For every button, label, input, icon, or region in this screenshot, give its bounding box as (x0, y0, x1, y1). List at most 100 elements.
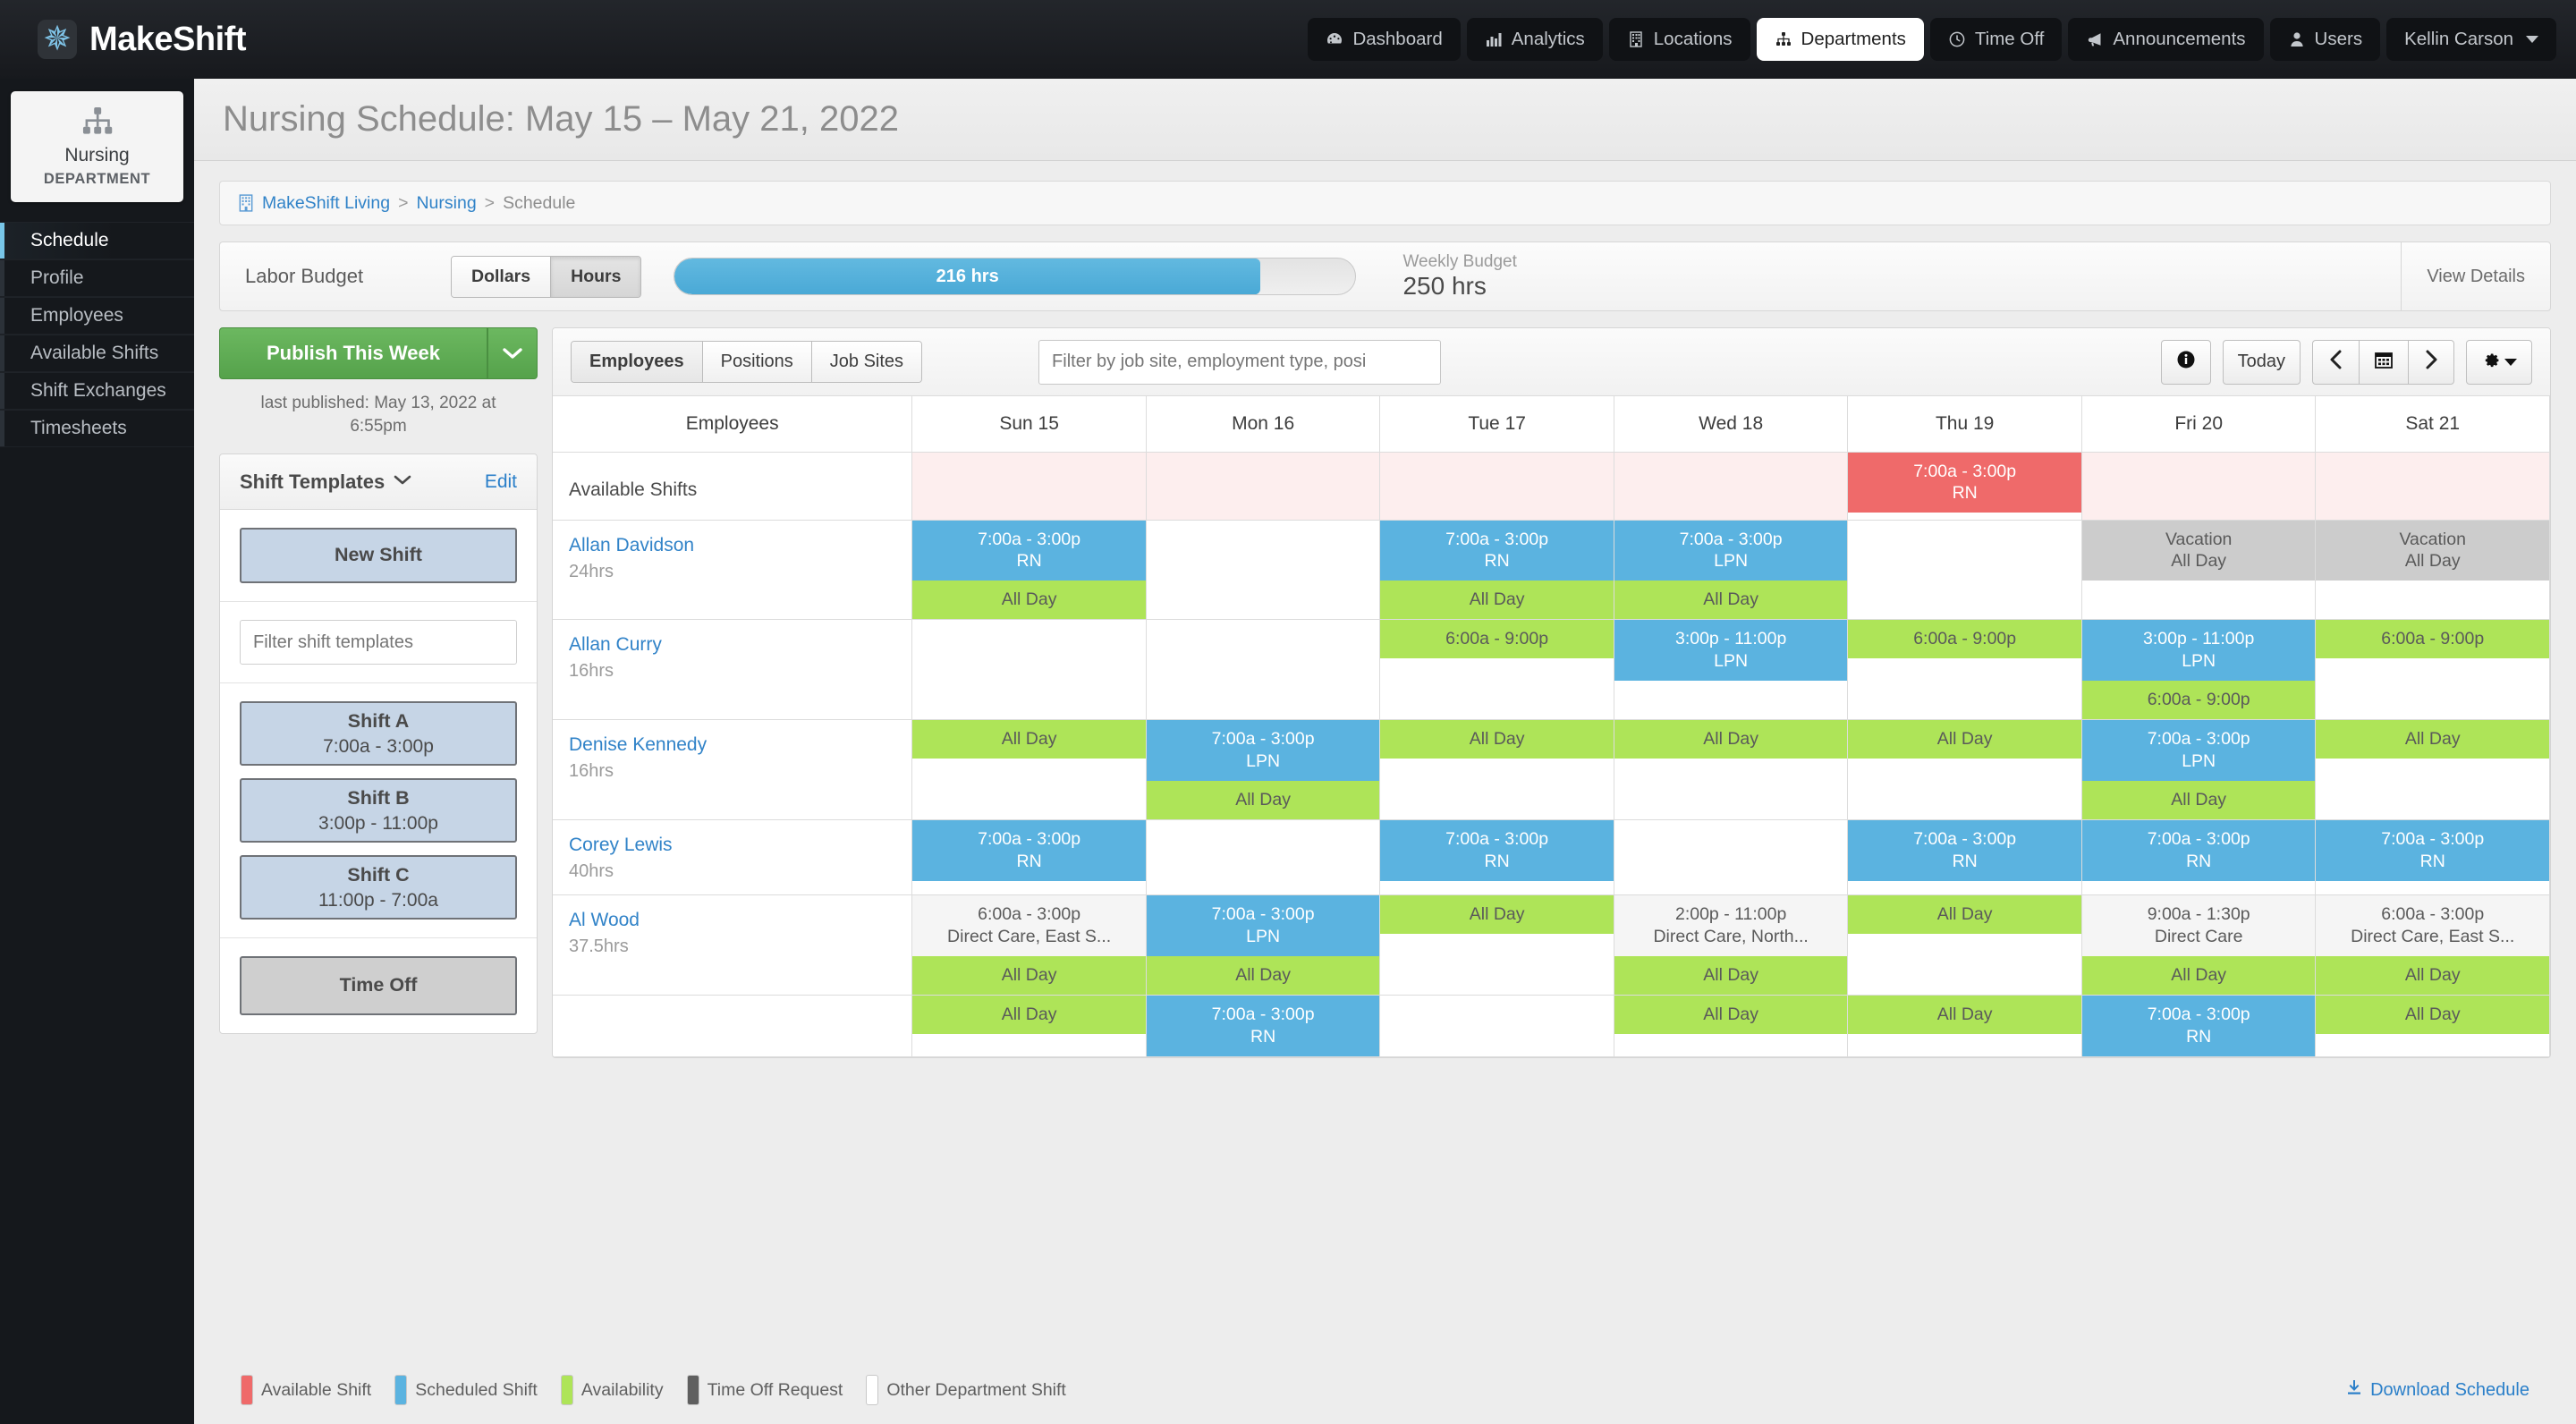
schedule-day-cell[interactable]: 2:00p - 11:00p Direct Care, North... All D… (1614, 894, 1849, 996)
department-card[interactable]: Nursing DEPARTMENT (11, 91, 183, 202)
schedule-day-cell[interactable]: All Day (1614, 995, 1849, 1057)
schedule-day-cell[interactable] (1146, 619, 1381, 721)
shift-chip[interactable]: All Day (2316, 720, 2549, 759)
calendar-picker-button[interactable] (2359, 339, 2408, 385)
shift-templates-edit-link[interactable]: Edit (485, 471, 517, 493)
shift-chip[interactable]: 7:00a - 3:00p RN (912, 820, 1146, 881)
schedule-day-cell[interactable]: All Day (1847, 719, 2082, 821)
schedule-day-cell[interactable]: All Day (1614, 719, 1849, 821)
toggle-hours[interactable]: Hours (551, 256, 641, 297)
sidebar-item-profile[interactable]: Profile (0, 259, 194, 297)
nav-item-time-off[interactable]: Time Off (1929, 18, 2063, 61)
schedule-day-cell[interactable]: 6:00a - 3:00p Direct Care, East S... All D… (911, 894, 1147, 996)
schedule-day-cell[interactable]: 6:00a - 9:00p (2315, 619, 2550, 721)
toggle-dollars[interactable]: Dollars (452, 256, 552, 297)
schedule-day-cell[interactable]: 7:00a - 3:00p RN (2081, 995, 2317, 1057)
shift-chip[interactable]: All Day (1848, 720, 2081, 759)
schedule-day-cell[interactable]: All Day (911, 995, 1147, 1057)
shift-chip[interactable]: 7:00a - 3:00p RN (1848, 452, 2081, 513)
tab-positions[interactable]: Positions (702, 342, 812, 382)
shift-chip[interactable]: 7:00a - 3:00p LPN (1146, 895, 1380, 956)
shift-chip[interactable]: All Day (912, 955, 1146, 995)
account-menu[interactable]: Kellin Carson (2386, 18, 2556, 61)
schedule-day-cell[interactable]: 7:00a - 3:00p RN (2315, 819, 2550, 896)
chevron-down-icon[interactable] (394, 474, 411, 490)
nav-item-analytics[interactable]: Analytics (1466, 18, 1603, 61)
schedule-cell-empty[interactable] (2081, 452, 2316, 520)
breadcrumb-item-department[interactable]: Nursing (416, 193, 476, 214)
publish-this-week-button[interactable]: Publish This Week (219, 327, 487, 379)
shift-chip[interactable]: 7:00a - 3:00p RN (2081, 995, 2316, 1056)
sidebar-item-shift-exchanges[interactable]: Shift Exchanges (0, 372, 194, 410)
shift-chip[interactable]: 6:00a - 9:00p (2081, 681, 2316, 720)
schedule-day-cell[interactable]: Vacation All Day (2081, 520, 2317, 621)
brand-logo-area[interactable]: ✵ MakeShift (38, 20, 246, 59)
schedule-settings-button[interactable] (2466, 339, 2532, 385)
tab-job-sites[interactable]: Job Sites (811, 342, 922, 382)
schedule-day-cell[interactable]: 3:00p - 11:00p LPN (1614, 619, 1849, 721)
shift-template-card-a[interactable]: Shift A 7:00a - 3:00p (240, 701, 517, 767)
shift-chip[interactable]: All Day (1380, 720, 1614, 759)
shift-chip[interactable]: 7:00a - 3:00p LPN (2081, 720, 2316, 782)
schedule-day-cell[interactable]: 7:00a - 3:00p LPN All Day (1614, 520, 1849, 621)
shift-chip[interactable]: All Day (1848, 895, 2081, 935)
employee-name-link[interactable]: Allan Curry (569, 634, 911, 656)
shift-chip[interactable]: Vacation All Day (2316, 520, 2549, 581)
schedule-day-cell[interactable] (1847, 520, 2082, 621)
shift-chip[interactable]: 3:00p - 11:00p LPN (1614, 620, 1848, 682)
employee-name-link[interactable]: Al Wood (569, 910, 911, 931)
shift-chip[interactable]: 7:00a - 3:00p RN (1146, 995, 1380, 1056)
shift-chip[interactable]: All Day (1848, 995, 2081, 1034)
sidebar-item-timesheets[interactable]: Timesheets (0, 410, 194, 447)
shift-chip[interactable]: 7:00a - 3:00p LPN (1614, 520, 1848, 581)
schedule-day-cell[interactable]: Vacation All Day (2315, 520, 2550, 621)
available-shifts-cell[interactable] (1614, 452, 1849, 521)
sidebar-item-employees[interactable]: Employees (0, 297, 194, 335)
shift-chip[interactable]: 7:00a - 3:00p RN (2081, 820, 2316, 881)
employee-name-link[interactable]: Allan Davidson (569, 535, 911, 556)
previous-week-button[interactable] (2312, 339, 2359, 385)
shift-chip[interactable]: All Day (1146, 955, 1380, 995)
shift-chip[interactable]: 7:00a - 3:00p RN (1848, 820, 2081, 881)
breadcrumb-item-location[interactable]: MakeShift Living (262, 193, 390, 214)
shift-chip[interactable]: All Day (1380, 895, 1614, 935)
shift-chip[interactable]: 7:00a - 3:00p RN (2316, 820, 2549, 881)
schedule-day-cell[interactable]: All Day (2315, 719, 2550, 821)
schedule-filter-input[interactable] (1038, 339, 1442, 385)
nav-item-dashboard[interactable]: Dashboard (1308, 18, 1461, 61)
shift-chip[interactable]: 9:00a - 1:30p Direct Care (2081, 895, 2316, 956)
shift-chip[interactable]: All Day (1614, 581, 1848, 620)
shift-chip[interactable]: All Day (2081, 955, 2316, 995)
shift-chip[interactable]: All Day (912, 720, 1146, 759)
schedule-day-cell[interactable]: 6:00a - 9:00p (1379, 619, 1614, 721)
shift-chip[interactable]: All Day (1614, 955, 1848, 995)
today-button[interactable]: Today (2222, 339, 2301, 385)
download-schedule-link[interactable]: Download Schedule (2345, 1378, 2529, 1402)
sidebar-item-schedule[interactable]: Schedule (0, 222, 194, 259)
schedule-day-cell[interactable]: 6:00a - 9:00p (1847, 619, 2082, 721)
sidebar-item-available-shifts[interactable]: Available Shifts (0, 335, 194, 372)
shift-chip[interactable]: 3:00p - 11:00p LPN (2081, 620, 2316, 682)
shift-chip[interactable]: All Day (2316, 955, 2549, 995)
time-off-template-card[interactable]: Time Off (240, 956, 517, 1016)
available-shifts-cell[interactable] (2315, 452, 2550, 521)
shift-chip[interactable]: Vacation All Day (2081, 520, 2316, 581)
new-shift-template-card[interactable]: New Shift (240, 528, 517, 584)
schedule-day-cell[interactable] (1146, 819, 1381, 896)
shift-chip[interactable]: 7:00a - 3:00p LPN (1146, 720, 1380, 782)
shift-chip[interactable]: All Day (2081, 781, 2316, 820)
schedule-day-cell[interactable] (1146, 520, 1381, 621)
schedule-day-cell[interactable]: 7:00a - 3:00p RN All Day (911, 520, 1147, 621)
schedule-day-cell[interactable]: 7:00a - 3:00p RN (911, 819, 1147, 896)
shift-chip[interactable]: 7:00a - 3:00p RN (912, 520, 1146, 581)
shift-chip[interactable]: All Day (912, 995, 1146, 1034)
shift-chip[interactable]: 6:00a - 9:00p (1380, 620, 1614, 659)
nav-item-locations[interactable]: Locations (1608, 18, 1750, 61)
view-details-link[interactable]: View Details (2401, 242, 2550, 310)
available-shifts-cell[interactable] (1146, 452, 1381, 521)
shift-chip[interactable]: All Day (2316, 995, 2549, 1034)
publish-options-button[interactable] (487, 327, 538, 379)
shift-chip[interactable]: 6:00a - 3:00p Direct Care, East S... (2316, 895, 2549, 956)
schedule-day-cell[interactable]: All Day (1379, 894, 1614, 996)
schedule-day-cell[interactable] (1379, 995, 1614, 1057)
